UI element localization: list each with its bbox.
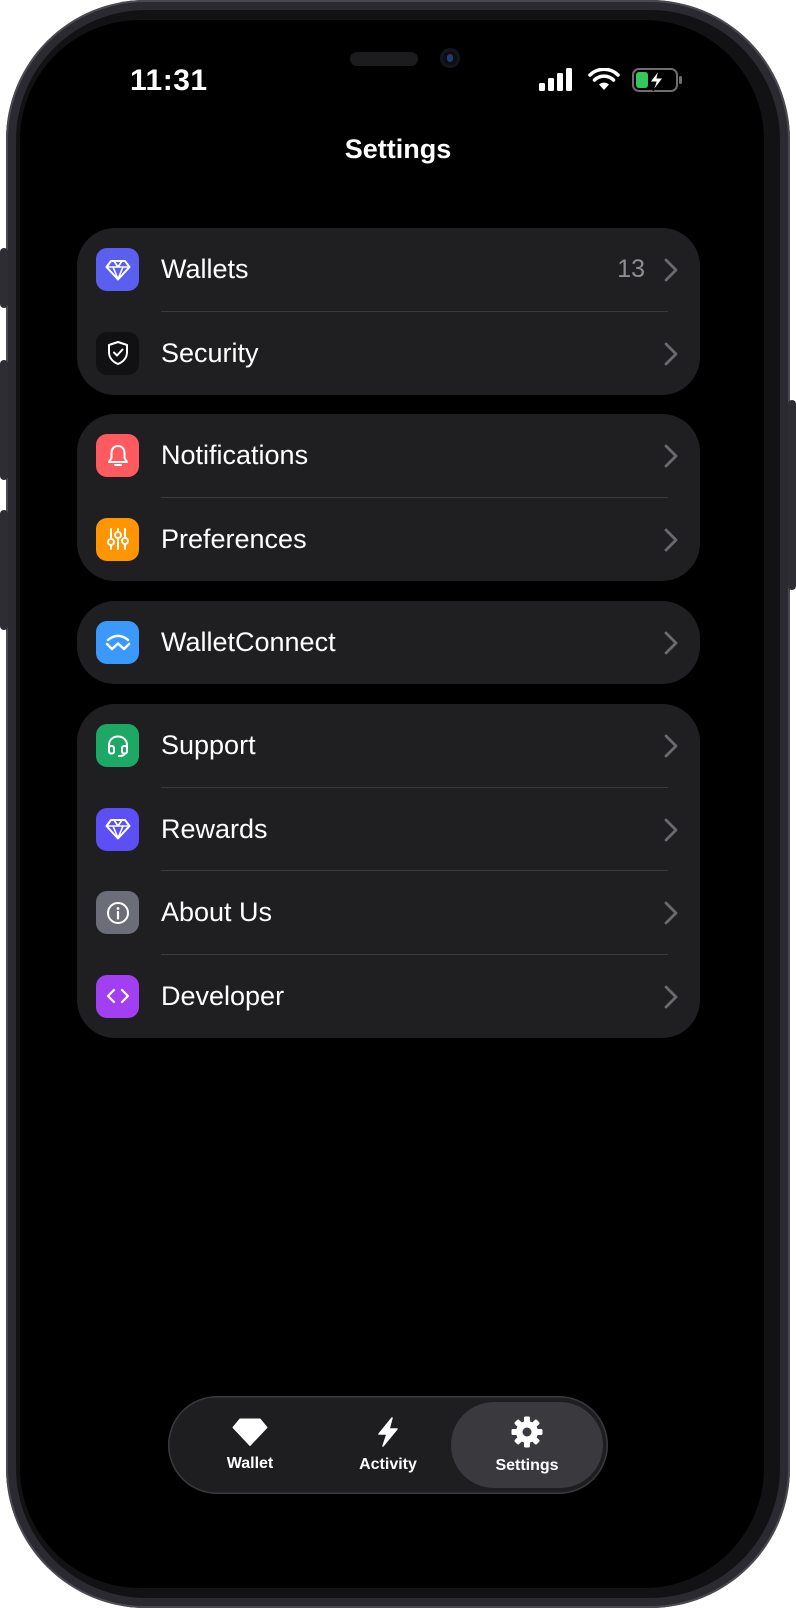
volume-up-button [0, 360, 8, 480]
settings-group-app: Notifications Preferences [77, 414, 700, 581]
volume-down-button [0, 510, 8, 630]
settings-row-security[interactable]: Security [77, 312, 700, 396]
preferences-icon-tile [96, 517, 139, 561]
wifi-icon [588, 68, 620, 90]
settings-row-preferences[interactable]: Preferences [77, 498, 700, 582]
speaker-pill [350, 52, 418, 66]
settings-row-developer[interactable]: Developer [77, 955, 700, 1039]
tab-activity-label: Activity [359, 1456, 417, 1473]
settings-row-about-us[interactable]: About Us [77, 871, 700, 955]
chevron-right-icon [664, 342, 678, 365]
settings-row-walletconnect[interactable]: WalletConnect [77, 601, 700, 684]
chevron-right-icon [664, 631, 678, 655]
rewards-label: Rewards [161, 813, 268, 844]
chevron-right-icon [664, 258, 678, 282]
walletconnect-icon [105, 634, 130, 650]
chevron-right-icon [664, 985, 678, 1008]
rewards-icon-tile [96, 807, 139, 851]
tab-bar: Wallet Activity Settings [168, 1396, 608, 1494]
diamond-icon [105, 819, 130, 840]
wallets-icon-tile [96, 248, 139, 291]
notifications-label: Notifications [161, 440, 309, 471]
status-icons [538, 66, 684, 94]
walletconnect-icon-tile [96, 621, 139, 664]
tab-wallet[interactable]: Wallet [180, 1396, 320, 1494]
settings-group-connect: WalletConnect [77, 601, 700, 684]
walletconnect-label: WalletConnect [161, 627, 336, 658]
lightning-icon [378, 1417, 398, 1447]
settings-row-notifications[interactable]: Notifications [77, 414, 700, 498]
wallets-count: 13 [617, 255, 645, 284]
notifications-icon-tile [96, 434, 139, 477]
support-icon-tile [96, 724, 139, 767]
sliders-icon [106, 528, 129, 550]
cellular-signal-icon [539, 68, 572, 91]
developer-icon-tile [96, 974, 139, 1018]
headset-icon [107, 734, 128, 757]
settings-group-accounts: Wallets 13 Security [77, 228, 700, 395]
tab-settings-label: Settings [495, 1457, 559, 1474]
tab-activity[interactable]: Activity [318, 1396, 458, 1494]
chevron-right-icon [664, 818, 678, 841]
support-label: Support [161, 730, 256, 761]
developer-label: Developer [161, 980, 285, 1011]
gear-icon [511, 1416, 543, 1448]
chevron-right-icon [664, 528, 678, 551]
diamond-icon [232, 1418, 268, 1446]
settings-group-info: Support Rewards About Us Developer [77, 704, 700, 1038]
wallets-label: Wallets [161, 254, 249, 285]
info-icon [106, 901, 129, 924]
security-icon-tile [96, 331, 139, 375]
diamond-icon [105, 259, 130, 280]
page-title: Settings [344, 134, 452, 164]
security-label: Security [161, 337, 259, 368]
chevron-right-icon [664, 901, 678, 925]
power-button [788, 400, 796, 590]
settings-row-support[interactable]: Support [77, 704, 700, 788]
battery-charging-icon [632, 68, 682, 92]
code-icon [106, 988, 129, 1004]
tab-settings[interactable]: Settings [457, 1396, 597, 1494]
status-time: 11:31 [130, 64, 208, 97]
tab-wallet-label: Wallet [226, 1455, 274, 1472]
shield-check-icon [107, 341, 128, 365]
settings-row-wallets[interactable]: Wallets 13 [77, 228, 700, 312]
bell-icon [107, 444, 128, 466]
about-icon-tile [96, 891, 139, 934]
settings-row-rewards[interactable]: Rewards [77, 788, 700, 871]
about-us-label: About Us [161, 897, 273, 928]
chevron-right-icon [664, 444, 678, 468]
action-button [0, 248, 8, 308]
camera-lens [440, 48, 460, 68]
preferences-label: Preferences [161, 523, 307, 554]
chevron-right-icon [664, 734, 678, 758]
